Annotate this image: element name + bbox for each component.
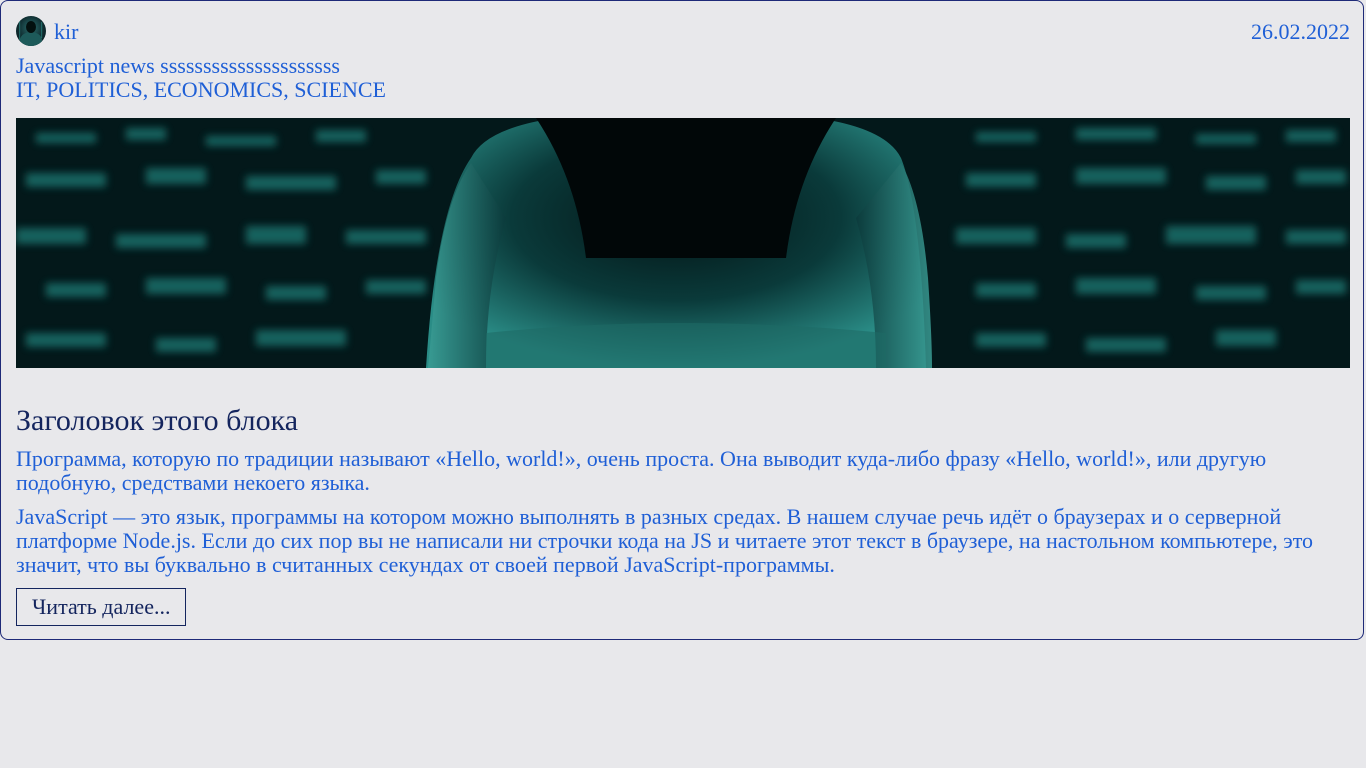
post-title: Заголовок этого блока — [16, 404, 299, 437]
author-avatar[interactable] — [16, 16, 46, 46]
hooded-hacker-image — [16, 118, 1350, 368]
post-subtitle: Javascript news sssssssssssssssssssss — [16, 53, 340, 78]
news-card: kir 26.02.2022 Javascript news sssssssss… — [0, 0, 1364, 640]
post-banner-image — [16, 118, 1350, 368]
author-name[interactable]: kir — [54, 19, 78, 45]
card-header: kir 26.02.2022 — [16, 16, 1350, 48]
post-date: 26.02.2022 — [1251, 19, 1350, 44]
post-paragraph-2: JavaScript — это язык, программы на кото… — [16, 504, 1314, 577]
read-more-button[interactable]: Читать далее... — [16, 588, 187, 626]
post-tags: IT, POLITICS, ECONOMICS, SCIENCE — [16, 77, 386, 102]
hacker-avatar-icon — [19, 20, 43, 46]
post-paragraph-1: Программа, которую по традиции называют … — [16, 446, 1267, 495]
